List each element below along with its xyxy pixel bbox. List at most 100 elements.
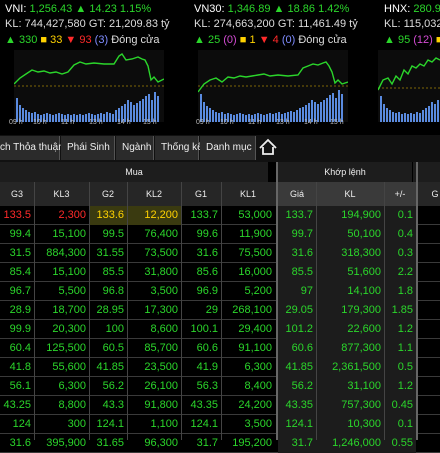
col-kl3[interactable]: KL3 xyxy=(34,182,89,206)
cell-g1: 100.1 xyxy=(190,323,218,335)
cell-kl1: 8,400 xyxy=(244,380,272,392)
cell-change: 0.4 xyxy=(384,225,416,244)
cell-change: 1.85 xyxy=(384,301,416,320)
gt-label: GT: xyxy=(88,18,106,30)
up-arrow-icon: ▲ xyxy=(194,34,205,46)
cell-kl1: 75,500 xyxy=(238,247,272,259)
cell-kl2: 8,600 xyxy=(150,323,178,335)
group-header-khop-lenh: Khớp lệnh xyxy=(278,162,412,182)
col-kl1[interactable]: KL1 xyxy=(221,182,275,206)
hnx-intraday-chart xyxy=(378,50,440,122)
cell-g2: 43.3 xyxy=(102,399,124,411)
col-kl[interactable]: KL xyxy=(316,182,384,206)
cell-volume: 22,600 xyxy=(316,320,384,339)
cell-g2: 31.65 xyxy=(96,437,124,449)
down-arrow-icon: ▼ xyxy=(65,34,77,46)
table-row[interactable]: 133.5 2,300 133.6 12,200 133.7 53,000 133.7 194… xyxy=(0,206,440,225)
cell-g-sell xyxy=(418,263,440,282)
cell-kl2: 1,100 xyxy=(150,418,178,430)
col-gia[interactable]: Giá xyxy=(278,182,316,206)
table-row[interactable]: 31.6 395,900 31.65 96,300 31.7 195,200 31.7 1,2… xyxy=(0,434,440,453)
cell-g3: 43.25 xyxy=(3,399,31,411)
column-divider xyxy=(416,162,418,440)
cell-g-sell xyxy=(418,377,440,396)
index-value: 1,256.43 xyxy=(29,3,73,15)
cell-kl2: 91,800 xyxy=(144,399,178,411)
up-arrow-icon: ▲ xyxy=(5,34,16,46)
cell-price: 56.2 xyxy=(278,377,316,396)
cell-g1: 29 xyxy=(205,304,218,316)
table-row[interactable]: 99.4 15,100 99.5 76,400 99.6 11,900 99.7 50,100… xyxy=(0,225,440,244)
cell-kl1: 195,200 xyxy=(232,437,272,449)
cell-g-sell xyxy=(418,339,440,358)
col-g2[interactable]: G2 xyxy=(89,182,127,206)
col-change[interactable]: +/- xyxy=(384,182,416,206)
cell-volume: 14,100 xyxy=(316,282,384,301)
table-row[interactable]: 28.9 18,700 28.95 17,300 29 268,100 29.05 179,3… xyxy=(0,301,440,320)
up-arrow-icon: ▲ xyxy=(273,3,285,15)
table-row[interactable]: 60.4 125,500 60.5 85,700 60.6 91,100 60.6 877,3… xyxy=(0,339,440,358)
table-row[interactable]: 31.5 884,300 31.55 73,500 31.6 75,500 31.6 318,… xyxy=(0,244,440,263)
cell-g-sell xyxy=(418,434,440,453)
group-header-mua: Mua xyxy=(0,162,268,182)
cell-price: 85.5 xyxy=(278,263,316,282)
cell-g-sell xyxy=(418,301,440,320)
table-row[interactable]: 43.25 8,800 43.3 91,800 43.35 24,200 43.35 757,… xyxy=(0,396,440,415)
table-row[interactable]: 124 300 124.1 1,100 124.1 3,500 124.1 10,300 0.1 xyxy=(0,415,440,434)
col-kl2[interactable]: KL2 xyxy=(127,182,181,206)
cell-kl1: 268,100 xyxy=(232,304,272,316)
column-divider xyxy=(276,162,278,440)
cell-change: 0.5 xyxy=(384,358,416,377)
cell-kl1: 53,000 xyxy=(238,209,272,221)
cell-kl1: 24,200 xyxy=(238,399,272,411)
cell-kl2: 17,300 xyxy=(144,304,178,316)
cell-g-sell xyxy=(418,206,440,225)
cell-g3: 99.9 xyxy=(9,323,31,335)
col-g1[interactable]: G1 xyxy=(181,182,221,206)
cell-kl3: 125,500 xyxy=(46,342,86,354)
cell-g1: 41.9 xyxy=(196,361,218,373)
table-row[interactable]: 96.7 5,500 96.8 3,500 96.9 5,200 97 14,100 1.8 xyxy=(0,282,440,301)
table-row[interactable]: 41.8 55,600 41.85 23,500 41.9 6,300 41.85 2,361… xyxy=(0,358,440,377)
advancers-count: 25 xyxy=(207,34,221,46)
tab-danh-muc[interactable]: Danh mục xyxy=(200,136,256,160)
cell-change: 1.2 xyxy=(384,377,416,396)
table-row[interactable]: 85.4 15,100 85.5 31,800 85.6 16,000 85.5 51,600… xyxy=(0,263,440,282)
cell-kl3: 395,900 xyxy=(46,437,86,449)
cell-g1: 56.3 xyxy=(196,380,218,392)
up-arrow-icon: ▲ xyxy=(384,34,395,46)
cell-price: 31.6 xyxy=(278,244,316,263)
cell-g1: 99.6 xyxy=(196,228,218,240)
tab-thoa-thuan[interactable]: ch Thỏa thuận xyxy=(0,136,64,160)
cell-g1: 43.35 xyxy=(190,399,218,411)
home-icon[interactable] xyxy=(258,137,278,157)
cell-price: 97 xyxy=(278,282,316,301)
table-row[interactable]: 56.1 6,300 56.2 26,100 56.3 8,400 56.2 31,100 1.… xyxy=(0,377,440,396)
cell-price: 133.7 xyxy=(278,206,316,225)
tab-thong-ke[interactable]: Thống kê xyxy=(155,136,203,160)
index-value: 280.9 xyxy=(413,3,440,15)
cell-kl2: 85,700 xyxy=(144,342,178,354)
cell-g3: 133.5 xyxy=(3,209,31,221)
unchanged-icon: ■ xyxy=(435,34,440,46)
cell-g-sell xyxy=(418,358,440,377)
tab-phai-sinh[interactable]: Phái Sinh xyxy=(61,136,115,160)
unchanged-count: 1 xyxy=(249,34,256,46)
index-change: 14.23 xyxy=(89,3,117,15)
column-divider xyxy=(34,182,35,440)
cell-price: 31.7 xyxy=(278,434,316,453)
cell-kl3: 55,600 xyxy=(52,361,86,373)
cell-kl3: 300 xyxy=(67,418,86,430)
table-row[interactable]: 99.9 20,300 100 8,600 100.1 29,400 101.2 22,600… xyxy=(0,320,440,339)
cell-kl3: 15,100 xyxy=(52,228,86,240)
cell-volume: 51,600 xyxy=(316,263,384,282)
col-g-sell[interactable]: G xyxy=(420,182,440,206)
index-volume: 274,663,200 xyxy=(213,18,275,30)
cell-kl1: 3,500 xyxy=(244,418,272,430)
cell-kl3: 8,800 xyxy=(58,399,86,411)
col-g3[interactable]: G3 xyxy=(0,182,34,206)
kl-label: KL: xyxy=(5,18,22,30)
cell-g-sell xyxy=(418,396,440,415)
cell-g1: 124.1 xyxy=(190,418,218,430)
tab-nganh[interactable]: Ngành xyxy=(116,136,154,160)
